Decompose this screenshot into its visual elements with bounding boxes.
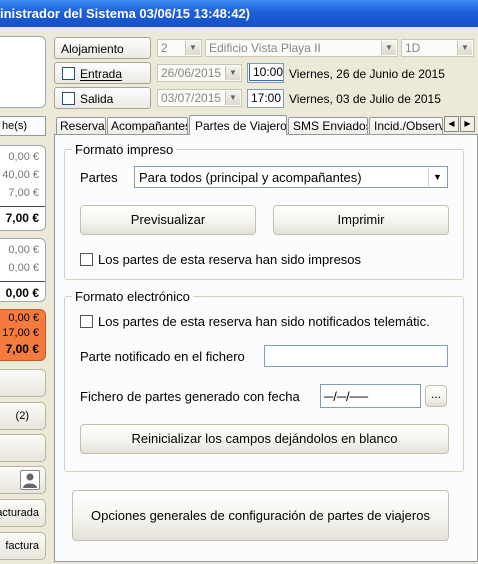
- tab-scroll-left-icon[interactable]: ◀: [444, 116, 459, 132]
- fichero-input[interactable]: [264, 345, 448, 367]
- amount-row: 0,00 €: [8, 312, 39, 324]
- tab-incid-observ[interactable]: Incid./Observ.: [369, 117, 443, 134]
- sidebar-count-button[interactable]: (2): [0, 402, 46, 430]
- sidebar-button-3[interactable]: [0, 434, 46, 462]
- entrada-time-input[interactable]: 10:00: [247, 63, 284, 83]
- window-title-bar[interactable]: inistrador del Sistema 03/06/15 13:48:42…: [0, 0, 478, 27]
- salida-box[interactable]: Salida: [54, 87, 151, 109]
- fecha-label: Fichero de partes generado con fecha: [80, 389, 300, 404]
- window-title: inistrador del Sistema 03/06/15 13:48:42…: [0, 6, 251, 21]
- salida-date-text: Viernes, 03 de Julio de 2015: [289, 92, 441, 106]
- sidebar-button-1[interactable]: [0, 369, 46, 397]
- previsualizar-button[interactable]: Previsualizar: [80, 205, 256, 235]
- salida-time-input[interactable]: 17:00: [247, 89, 284, 108]
- partes-label: Partes: [80, 170, 118, 185]
- sidebar-factura-button[interactable]: factura: [0, 532, 46, 560]
- salida-checkbox[interactable]: [62, 92, 75, 105]
- edificio-select[interactable]: Edificio Vista Playa II ▼: [205, 39, 398, 57]
- sidebar-facturada-button[interactable]: acturada: [0, 499, 46, 527]
- entrada-checkbox[interactable]: [62, 67, 75, 80]
- amount-row: 0,00 €: [8, 262, 39, 274]
- fecha-input[interactable]: ─/─/──: [320, 384, 421, 408]
- amount-row: 7,00 €: [8, 187, 39, 199]
- chevron-down-icon: ▼: [185, 41, 200, 55]
- fichero-label: Parte notificado en el fichero: [80, 349, 245, 364]
- chevron-down-icon: ▼: [457, 41, 472, 55]
- impresos-label: Los partes de esta reserva han sido impr…: [98, 252, 362, 267]
- notificados-label: Los partes de esta reserva han sido noti…: [98, 314, 430, 329]
- entrada-label: Entrada: [80, 67, 123, 81]
- amount-total: 7,00 €: [0, 206, 45, 225]
- sidebar-user-button[interactable]: [0, 466, 46, 494]
- formato-electronico-legend: Formato electrónico: [72, 289, 193, 304]
- unidad-select[interactable]: 1D ▼: [401, 39, 474, 57]
- entrada-box[interactable]: Entrada: [54, 62, 151, 84]
- chevron-down-icon: ▼: [381, 41, 396, 55]
- reinicializar-button[interactable]: Reinicializar los campos dejándolos en b…: [80, 424, 449, 454]
- user-icon: [20, 470, 40, 490]
- opciones-configuracion-button[interactable]: Opciones generales de configuración de p…: [72, 490, 449, 541]
- notificados-checkbox[interactable]: [80, 315, 93, 328]
- impresos-checkbox[interactable]: [80, 253, 93, 266]
- amount-row: 0,00 €: [8, 151, 39, 163]
- balance-panel: 0,00 € 17,00 € 7,00 €: [0, 309, 46, 361]
- amount-total: 7,00 €: [5, 342, 39, 356]
- tab-scroll-right-icon[interactable]: ▶: [460, 116, 475, 132]
- amount-row: 0,00 €: [8, 244, 39, 256]
- tab-reserva[interactable]: Reserva: [56, 117, 106, 134]
- sidebar-tab-fragment[interactable]: he(s): [0, 116, 46, 136]
- partes-select[interactable]: Para todos (principal y acompañantes) ▼: [134, 166, 448, 188]
- entrada-date-picker[interactable]: 26/06/2015 ▼: [157, 64, 242, 82]
- client-info-panel: [0, 36, 46, 108]
- amounts-panel-2: 0,00 € 0,00 € 0,00 €: [0, 238, 46, 302]
- browse-button[interactable]: ...: [425, 385, 447, 407]
- tab-acompanantes[interactable]: Acompañantes: [107, 117, 188, 134]
- chevron-down-icon: ▼: [428, 168, 446, 186]
- chevron-down-icon: ▼: [225, 91, 240, 105]
- tab-sms-enviados[interactable]: SMS Enviados: [288, 117, 368, 134]
- alojamiento-label-box: Alojamiento: [54, 37, 151, 59]
- imprimir-button[interactable]: Imprimir: [273, 205, 449, 235]
- tab-partes-de-viajeros[interactable]: Partes de Viajeros: [189, 115, 287, 135]
- entrada-date-text: Viernes, 26 de Junio de 2015: [289, 67, 445, 81]
- amounts-panel-1: 0,00 € 40,00 € 7,00 € 7,00 €: [0, 145, 46, 231]
- salida-label: Salida: [80, 92, 114, 106]
- amount-row: 40,00 €: [2, 169, 39, 181]
- formato-impreso-legend: Formato impreso: [72, 142, 177, 157]
- amount-row: 17,00 €: [2, 327, 39, 339]
- amount-total: 0,00 €: [0, 281, 45, 300]
- chevron-down-icon: ▼: [225, 66, 240, 80]
- salida-date-picker[interactable]: 03/07/2015 ▼: [157, 89, 242, 107]
- alojamiento-number-select[interactable]: 2 ▼: [157, 39, 202, 57]
